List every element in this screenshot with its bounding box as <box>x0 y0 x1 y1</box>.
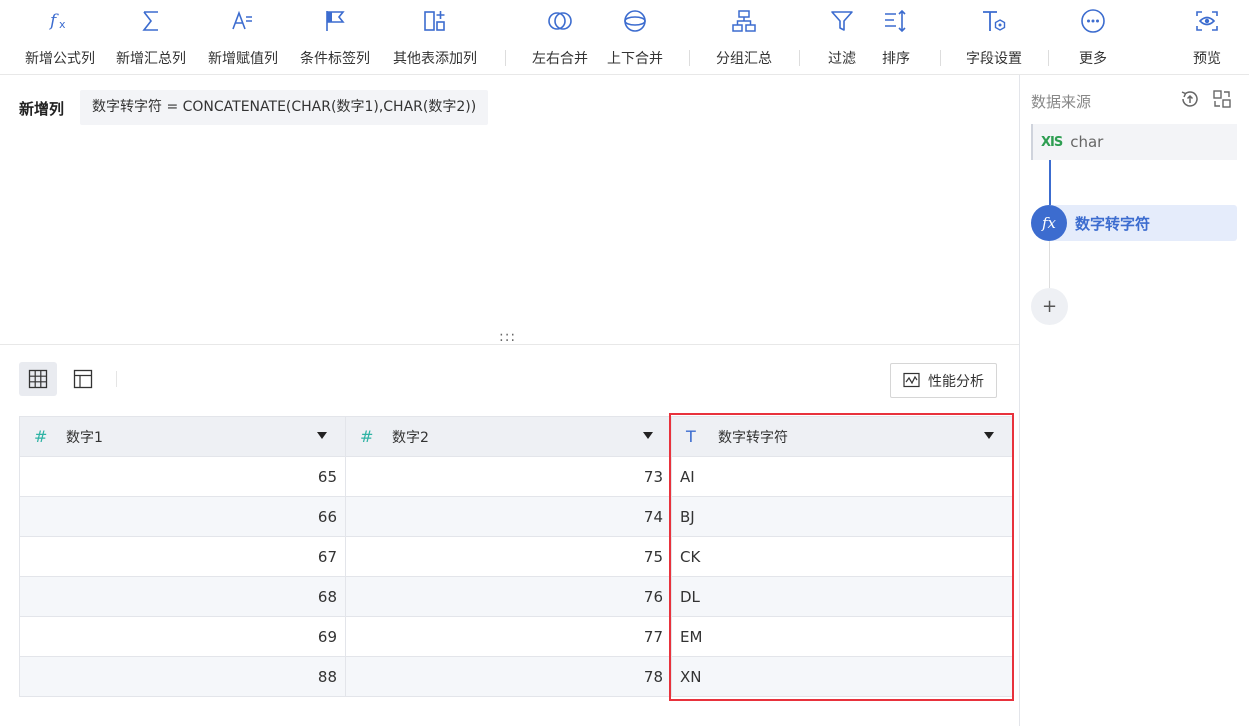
more-button[interactable]: 更多 <box>1073 6 1113 72</box>
filter-button[interactable]: 过滤 <box>822 6 862 72</box>
group-icon <box>729 6 759 36</box>
data-source-panel: 数据来源 XIS char fx 数字转字符 + <box>1019 75 1249 726</box>
step-node-number-to-char[interactable]: fx 数字转字符 <box>1031 205 1237 241</box>
resize-handle[interactable]: ::: <box>499 330 516 344</box>
table-row: 66 74 BJ <box>19 496 1013 537</box>
switch-layout-icon[interactable] <box>1211 88 1233 110</box>
column-header-number2[interactable]: # 数字2 <box>345 416 672 457</box>
dropdown-arrow-icon[interactable] <box>317 432 327 439</box>
table-cell[interactable]: AI <box>671 456 1013 497</box>
table-row: 67 75 CK <box>19 536 1013 577</box>
add-column-from-other-table-button[interactable]: 其他表添加列 <box>386 6 484 72</box>
grid-icon <box>28 369 48 389</box>
add-step-button[interactable]: + <box>1031 288 1068 325</box>
preview-button[interactable]: 预览 <box>1187 6 1227 72</box>
svg-text:f: f <box>48 11 59 31</box>
flow-connector <box>1049 241 1050 289</box>
add-summary-column-button[interactable]: 新增汇总列 <box>110 6 192 72</box>
table-row: 69 77 EM <box>19 616 1013 657</box>
table-cell[interactable]: 68 <box>19 576 346 617</box>
filter-icon <box>827 6 857 36</box>
sigma-icon <box>136 6 166 36</box>
group-summary-button[interactable]: 分组汇总 <box>711 6 777 72</box>
vertical-merge-icon <box>620 6 650 36</box>
performance-analysis-label: 性能分析 <box>928 373 984 390</box>
table-cell[interactable]: 69 <box>19 616 346 657</box>
sort-icon <box>881 6 911 36</box>
history-icon[interactable] <box>1179 88 1201 110</box>
formula-step-icon: fx <box>1031 205 1067 241</box>
table-cell[interactable]: 76 <box>345 576 672 617</box>
table-cell[interactable]: 74 <box>345 496 672 537</box>
toolbar-divider <box>1048 50 1049 66</box>
table-header-row: # 数字1 # 数字2 T 数字转字符 <box>19 416 1013 457</box>
layout-view-button[interactable] <box>64 362 102 396</box>
performance-analysis-button[interactable]: 性能分析 <box>890 363 997 398</box>
horizontal-merge-button[interactable]: 左右合并 <box>527 6 593 72</box>
table-row: 65 73 AI <box>19 456 1013 497</box>
table-cell[interactable]: BJ <box>671 496 1013 537</box>
preview-icon <box>1192 6 1222 36</box>
add-assign-column-button[interactable]: 新增赋值列 <box>202 6 284 72</box>
data-source-title: 数据来源 <box>1031 93 1092 111</box>
table-cell[interactable]: 88 <box>19 656 346 697</box>
toolbar-divider <box>799 50 800 66</box>
table-cell[interactable]: 66 <box>19 496 346 537</box>
toolbar-divider <box>505 50 506 66</box>
condition-label-column-button[interactable]: 条件标签列 <box>294 6 376 72</box>
column-header-number-to-char[interactable]: T 数字转字符 <box>671 416 1013 457</box>
formula-icon: fx <box>45 6 75 36</box>
source-label: char <box>1070 133 1104 151</box>
more-icon <box>1078 6 1108 36</box>
table-cell[interactable]: 65 <box>19 456 346 497</box>
column-header-number1[interactable]: # 数字1 <box>19 416 346 457</box>
table-cell[interactable]: DL <box>671 576 1013 617</box>
text-type-icon: T <box>686 427 696 446</box>
table-cell[interactable]: CK <box>671 536 1013 577</box>
formula-panel-title: 新增列 <box>19 100 65 118</box>
add-formula-column-button[interactable]: fx 新增公式列 <box>19 6 101 72</box>
add-column-icon <box>420 6 450 36</box>
toolbar: fx 新增公式列 新增汇总列 新增赋值列 条件标签列 其他表添加列 左右合并 上… <box>0 0 1249 75</box>
table-cell[interactable]: XN <box>671 656 1013 697</box>
number-type-icon: # <box>360 427 374 446</box>
table-cell[interactable]: 78 <box>345 656 672 697</box>
toolbar-divider <box>689 50 690 66</box>
table-cell[interactable]: 77 <box>345 616 672 657</box>
number-type-icon: # <box>34 427 48 446</box>
sort-button[interactable]: 排序 <box>876 6 916 72</box>
table-cell[interactable]: 67 <box>19 536 346 577</box>
chart-icon <box>903 372 920 388</box>
table-cell[interactable]: EM <box>671 616 1013 657</box>
table-row: 68 76 DL <box>19 576 1013 617</box>
step-label: 数字转字符 <box>1075 214 1151 233</box>
layout-icon <box>73 369 93 389</box>
field-settings-icon <box>979 6 1009 36</box>
grid-view-button[interactable] <box>19 362 57 396</box>
assign-icon <box>228 6 258 36</box>
dropdown-arrow-icon[interactable] <box>643 432 653 439</box>
svg-text:x: x <box>59 18 66 31</box>
data-table: #数字1 #数字2 T数字转字符 65 73 AI 66 74 BJ 67 <box>19 416 1013 697</box>
field-settings-button[interactable]: 字段设置 <box>961 6 1027 72</box>
flow-connector <box>1049 160 1051 206</box>
flag-icon <box>320 6 350 36</box>
dropdown-arrow-icon[interactable] <box>984 432 994 439</box>
table-row: 88 78 XN <box>19 656 1013 697</box>
source-node-char[interactable]: XIS char <box>1031 124 1237 160</box>
horizontal-merge-icon <box>545 6 575 36</box>
view-divider <box>116 371 117 387</box>
table-cell[interactable]: 73 <box>345 456 672 497</box>
excel-icon: XIS <box>1041 134 1063 150</box>
vertical-merge-button[interactable]: 上下合并 <box>602 6 668 72</box>
table-cell[interactable]: 75 <box>345 536 672 577</box>
formula-panel: 新增列 数字转字符 = CONCATENATE(CHAR(数字1),CHAR(数… <box>0 75 1019 345</box>
toolbar-divider <box>940 50 941 66</box>
formula-expression[interactable]: 数字转字符 = CONCATENATE(CHAR(数字1),CHAR(数字2)) <box>80 90 489 125</box>
